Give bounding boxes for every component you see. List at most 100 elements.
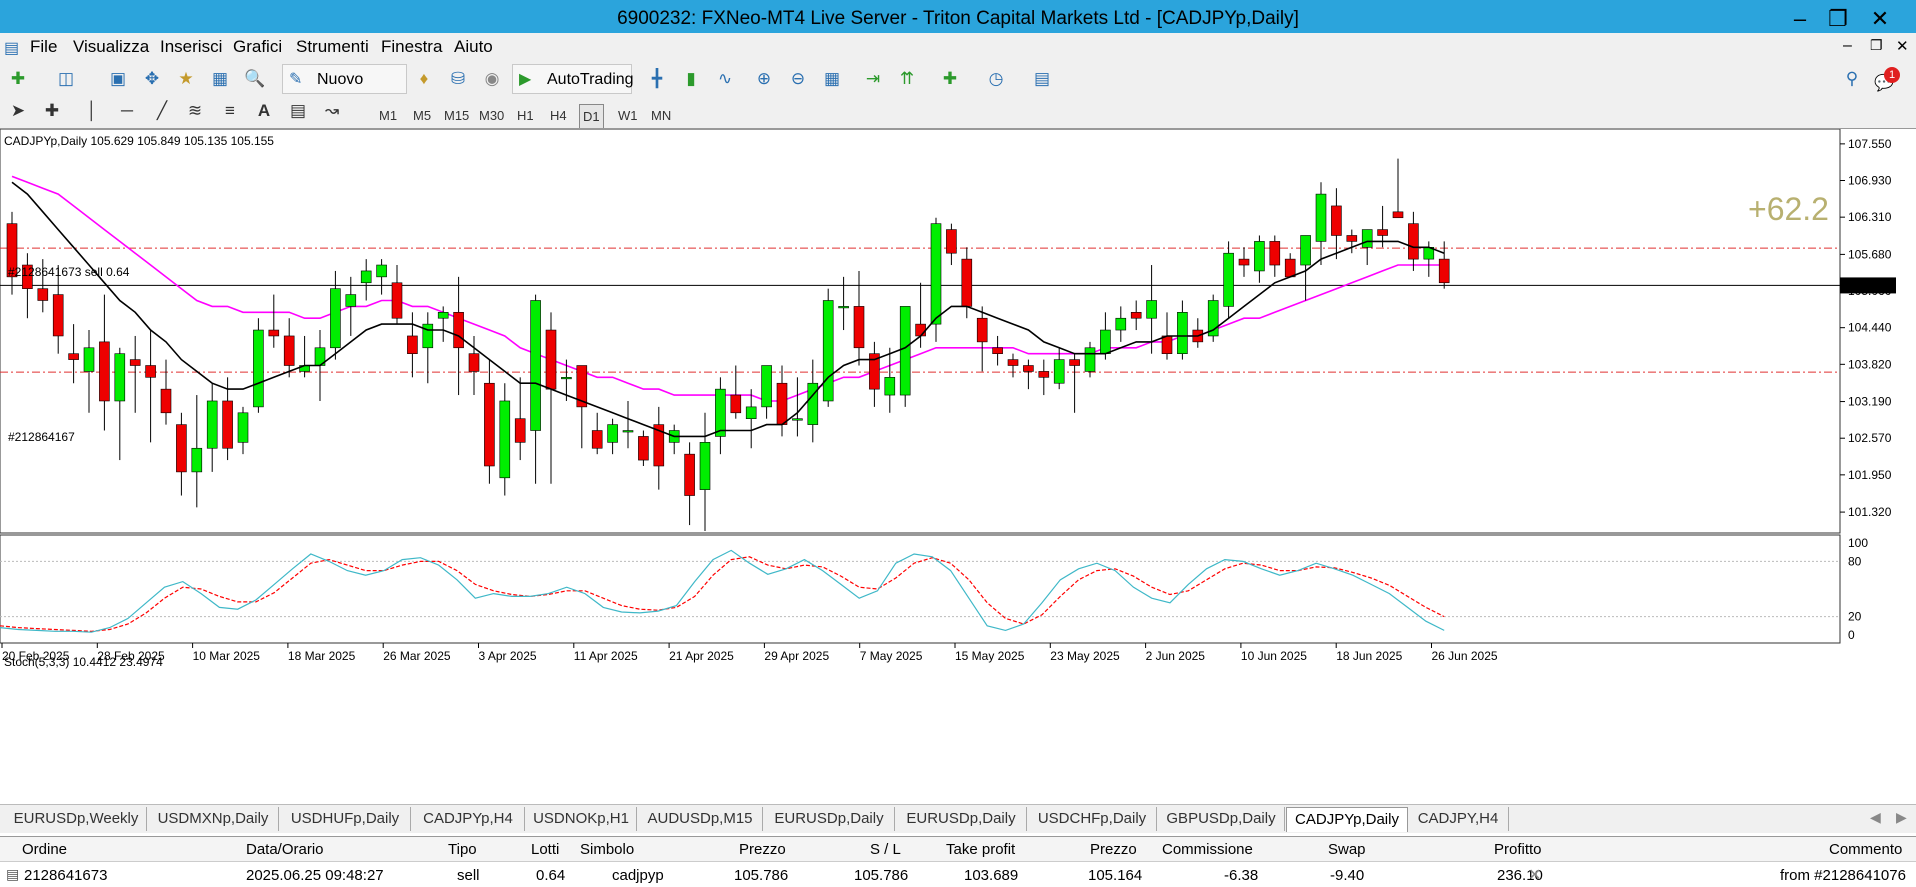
maximize-button[interactable]: ❐ (1818, 4, 1858, 34)
terminal-icon[interactable]: ▦ (208, 67, 232, 91)
periods-icon[interactable]: ◷ (984, 67, 1008, 91)
chart-tab[interactable]: AUDUSDp,M15 (638, 807, 763, 831)
market-watch-icon[interactable]: ▣ (106, 67, 130, 91)
cursor-icon[interactable]: ➤ (6, 99, 30, 123)
col-current-price[interactable]: Prezzo (1090, 841, 1137, 858)
price-tick-label: 103.820 (1848, 357, 1892, 371)
new-chart-icon[interactable]: ✚ (6, 67, 30, 91)
col-tp[interactable]: Take profit (946, 841, 1015, 858)
search-icon[interactable]: ⚲ (1840, 67, 1864, 91)
menu-aiuto[interactable]: Aiuto (454, 37, 493, 57)
metaeditor-icon[interactable]: ♦ (412, 67, 436, 91)
vertical-line-icon[interactable]: │ (80, 99, 104, 123)
chart-tab[interactable]: CADJPYp,H4 (412, 807, 525, 831)
col-swap[interactable]: Swap (1328, 841, 1366, 858)
bar-chart-icon[interactable]: ╋ (645, 67, 669, 91)
text-label-icon[interactable]: ▤ (286, 99, 310, 123)
menu-finestra[interactable]: Finestra (381, 37, 442, 57)
minimize-button[interactable]: – (1780, 4, 1820, 34)
chart-tab[interactable]: USDHUFp,Daily (280, 807, 411, 831)
data-window-icon[interactable]: ★ (174, 67, 198, 91)
channel-icon[interactable]: ≋ (183, 99, 207, 123)
profiles-icon[interactable]: ◫ (54, 67, 78, 91)
chart-tab[interactable]: EURUSDp,Weekly (6, 807, 147, 831)
col-profit[interactable]: Profitto (1494, 841, 1542, 858)
chart-shift-icon[interactable]: ⇥ (861, 67, 885, 91)
crosshair-icon[interactable]: ✚ (40, 99, 64, 123)
candle-body (838, 306, 849, 309)
col-price[interactable]: Prezzo (739, 841, 786, 858)
candlestick-chart-icon[interactable]: ▮ (679, 67, 703, 91)
order-id[interactable]: 2128641673 (24, 867, 107, 884)
signals-icon[interactable]: ◉ (480, 67, 504, 91)
tile-windows-icon[interactable]: ▦ (820, 67, 844, 91)
candle-body (1331, 205, 1342, 236)
col-type[interactable]: Tipo (448, 841, 477, 858)
text-icon[interactable]: A (252, 99, 276, 123)
auto-scroll-icon[interactable]: ⇈ (895, 67, 919, 91)
arrows-icon[interactable]: ↝ (320, 99, 344, 123)
line-chart-icon[interactable]: ∿ (713, 67, 737, 91)
fibonacci-icon[interactable]: ≡ (218, 99, 242, 123)
tab-scroll-left-icon[interactable]: ◀ (1870, 809, 1881, 826)
col-commission[interactable]: Commissione (1162, 841, 1253, 858)
col-comment[interactable]: Commento (1829, 841, 1902, 858)
autotrading-button[interactable]: ▶ AutoTrading (512, 64, 634, 94)
col-sl[interactable]: S / L (870, 841, 901, 858)
trendline-icon[interactable]: ╱ (150, 99, 174, 123)
zoom-in-icon[interactable]: ⊕ (752, 67, 776, 91)
close-order-icon[interactable]: ✕ (1528, 865, 1541, 885)
order-sl[interactable]: 105.786 (854, 867, 908, 884)
timeframe-h4[interactable]: H4 (547, 104, 570, 127)
chart-tab[interactable]: EURUSDp,Daily (764, 807, 895, 831)
menu-bar: ▤ File Visualizza Inserisci Grafici Stru… (0, 33, 1916, 63)
chart-tab-active[interactable]: CADJPYp,Daily (1286, 807, 1408, 832)
chart-tab[interactable]: USDCHFp,Daily (1028, 807, 1157, 831)
zoom-out-icon[interactable]: ⊖ (786, 67, 810, 91)
chart-tab[interactable]: GBPUSDp,Daily (1158, 807, 1285, 831)
timeframe-m5[interactable]: M5 (410, 104, 434, 127)
chart-tab[interactable]: USDNOKp,H1 (526, 807, 637, 831)
child-close-button[interactable]: ✕ (1896, 37, 1909, 55)
new-order-icon: ✎ (289, 71, 303, 88)
child-minimize-button[interactable]: – (1843, 37, 1852, 55)
col-symbol[interactable]: Simbolo (580, 841, 634, 858)
col-order[interactable]: Ordine (22, 841, 67, 858)
chart-tab[interactable]: EURUSDp,Daily (896, 807, 1027, 831)
order-tp[interactable]: 103.689 (964, 867, 1018, 884)
window-title: 6900232: FXNeo-MT4 Live Server - Triton … (617, 8, 1299, 29)
price-chart[interactable]: 107.550106.930106.310105.680105.060104.4… (0, 129, 1916, 805)
col-lots[interactable]: Lotti (531, 841, 559, 858)
templates-icon[interactable]: ▤ (1030, 67, 1054, 91)
col-datetime[interactable]: Data/Orario (246, 841, 324, 858)
timeframe-m1[interactable]: M1 (376, 104, 400, 127)
candle-body (1130, 312, 1142, 319)
menu-strumenti[interactable]: Strumenti (296, 37, 369, 57)
chart-tab[interactable]: CADJPY,H4 (1408, 807, 1509, 831)
menu-inserisci[interactable]: Inserisci (160, 37, 222, 57)
chart-window[interactable]: 107.550106.930106.310105.680105.060104.4… (0, 128, 1916, 813)
tab-scroll-right-icon[interactable]: ▶ (1896, 809, 1907, 826)
notifications-icon[interactable]: 💬 1 (1874, 67, 1900, 92)
child-restore-button[interactable]: ❐ (1870, 37, 1883, 54)
timeframe-mn[interactable]: MN (648, 104, 674, 127)
new-order-button[interactable]: ✎ Nuovo ordine (282, 64, 407, 118)
chart-tab[interactable]: USDMXNp,Daily (148, 807, 279, 831)
candle-body (807, 382, 819, 425)
candle-body (1300, 235, 1311, 266)
candle-body (591, 430, 603, 449)
indicators-icon[interactable]: ✚ (938, 67, 962, 91)
menu-file[interactable]: File (30, 37, 57, 57)
menu-grafici[interactable]: Grafici (233, 37, 282, 57)
timeframe-m15[interactable]: M15 (441, 104, 472, 127)
close-button[interactable]: ✕ (1860, 4, 1900, 34)
navigator-icon[interactable]: ✥ (140, 67, 164, 91)
timeframe-m30[interactable]: M30 (476, 104, 507, 127)
menu-visualizza[interactable]: Visualizza (73, 37, 149, 57)
timeframe-w1[interactable]: W1 (615, 104, 641, 127)
strategy-tester-icon[interactable]: 🔍 (243, 67, 267, 91)
horizontal-line-icon[interactable]: ─ (115, 99, 139, 123)
market-icon[interactable]: ⛁ (446, 67, 470, 91)
timeframe-d1[interactable]: D1 (579, 104, 604, 129)
timeframe-h1[interactable]: H1 (514, 104, 537, 127)
